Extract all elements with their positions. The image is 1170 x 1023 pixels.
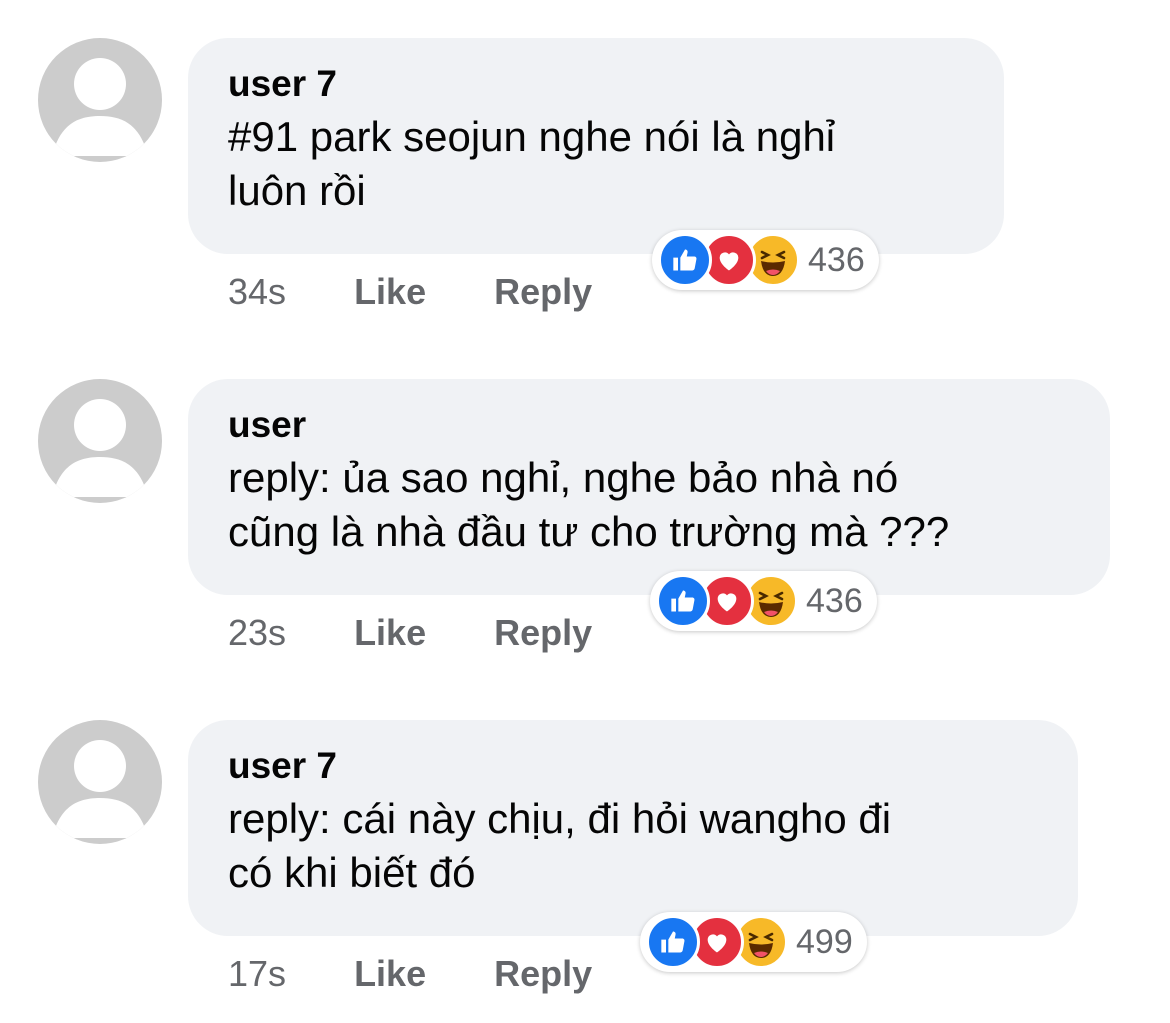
like-button[interactable]: Like	[354, 611, 426, 655]
reply-button[interactable]: Reply	[494, 270, 592, 314]
comment-time: 17s	[228, 953, 287, 994]
avatar[interactable]	[38, 38, 162, 162]
comment-meta: 17s Like Reply	[228, 952, 650, 996]
like-button[interactable]: Like	[354, 952, 426, 996]
default-user-icon	[52, 58, 148, 156]
reaction-count: 499	[796, 922, 853, 961]
reply-button[interactable]: Reply	[494, 611, 592, 655]
like-icon	[658, 233, 712, 287]
default-user-icon	[52, 740, 148, 838]
avatar[interactable]	[38, 379, 162, 503]
comment-bubble: user 7 reply: cái này chịu, đi hỏi wangh…	[188, 720, 1078, 936]
reaction-count: 436	[806, 581, 863, 620]
comment-time: 23s	[228, 612, 287, 653]
reaction-summary[interactable]: 436	[652, 230, 879, 290]
comment-text: #91 park seojun nghe nói là nghỉ luôn rồ…	[228, 113, 836, 214]
comment-author[interactable]: user 7	[228, 62, 966, 106]
comment-meta: 23s Like Reply	[228, 611, 650, 655]
reaction-count: 436	[808, 240, 865, 279]
comment-text: reply: cái này chịu, đi hỏi wangho đi có…	[228, 795, 892, 896]
comment-author[interactable]: user 7	[228, 744, 1040, 788]
comment-bubble: user 7 #91 park seojun nghe nói là nghỉ …	[188, 38, 1004, 254]
comment-time: 34s	[228, 271, 287, 312]
reply-button[interactable]: Reply	[494, 952, 592, 996]
like-icon	[646, 915, 700, 969]
avatar[interactable]	[38, 720, 162, 844]
default-user-icon	[52, 399, 148, 497]
reaction-summary[interactable]: 436	[650, 571, 877, 631]
comment-meta: 34s Like Reply	[228, 270, 650, 314]
comment-text: reply: ủa sao nghỉ, nghe bảo nhà nó cũng…	[228, 454, 950, 555]
like-icon	[656, 574, 710, 628]
comment-bubble: user reply: ủa sao nghỉ, nghe bảo nhà nó…	[188, 379, 1110, 595]
comment-author[interactable]: user	[228, 403, 1072, 447]
like-button[interactable]: Like	[354, 270, 426, 314]
reaction-summary[interactable]: 499	[640, 912, 867, 972]
